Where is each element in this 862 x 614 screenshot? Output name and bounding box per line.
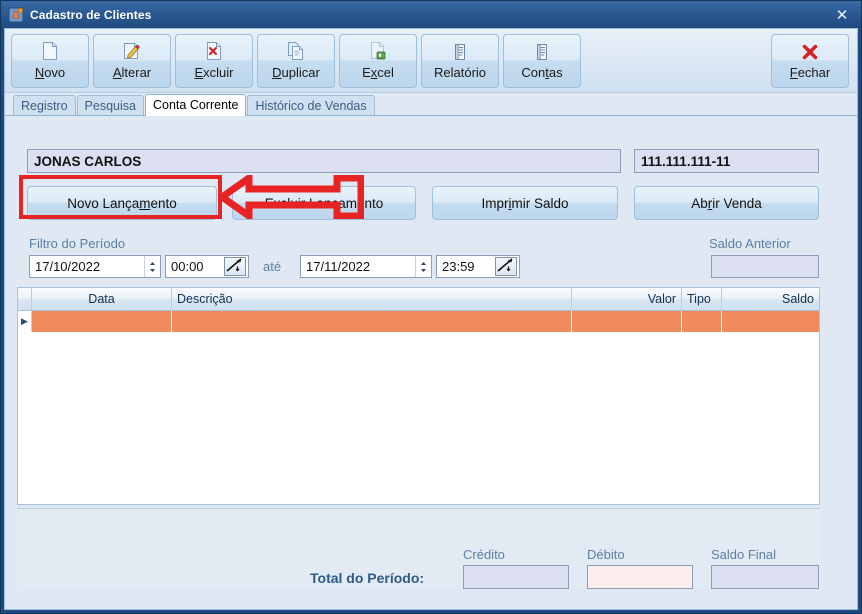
button-label: Novo Lançamento	[67, 195, 177, 211]
toolbar-label: Novo	[34, 65, 66, 80]
customer-name-field[interactable]: JONAS CARLOS	[27, 149, 621, 173]
delete-page-icon	[205, 41, 223, 61]
time-to-picker-icon[interactable]	[495, 257, 517, 276]
toolbar-label: Contas	[521, 65, 563, 80]
time-to-value: 23:59	[442, 259, 475, 274]
tab-pesquisa[interactable]: Pesquisa	[76, 95, 144, 115]
saldo-final-field[interactable]	[711, 565, 819, 589]
time-from-value: 00:00	[171, 259, 204, 274]
debito-label: Débito	[587, 547, 625, 562]
toolbar-label: Fechar	[789, 65, 831, 80]
toolbar-button-novo[interactable]: Novo	[11, 33, 89, 88]
toolbar-button-fechar[interactable]: Fechar	[771, 33, 849, 88]
time-to-input[interactable]: 23:59	[436, 255, 520, 278]
filter-period-label: Filtro do Período	[29, 236, 126, 251]
total-periodo-label: Total do Período:	[310, 570, 425, 586]
date-to-value: 17/11/2022	[306, 259, 371, 274]
edit-pencil-icon	[122, 41, 142, 61]
title-bar: Cadastro de Clientes ✕	[1, 1, 861, 28]
excluir-lancamento-button[interactable]: Excluir Lançamento	[232, 186, 416, 220]
date-from-spinner[interactable]	[144, 256, 160, 277]
button-label: Excluir Lançamento	[264, 195, 384, 211]
new-page-icon	[41, 41, 59, 61]
row-indicator: ▶	[18, 311, 32, 332]
time-from-picker-icon[interactable]	[224, 257, 246, 276]
grid-header-saldo[interactable]: Saldo	[722, 288, 819, 310]
button-label: Abrir Venda	[691, 195, 762, 211]
imprimir-saldo-button[interactable]: Imprimir Saldo	[432, 186, 618, 220]
cell-descricao	[172, 311, 572, 332]
client-area: Novo Alterar Excluir Duplicar Excel Rela…	[4, 28, 858, 610]
table-row[interactable]: ▶	[18, 311, 819, 332]
saldo-anterior-field[interactable]	[711, 255, 819, 278]
app-icon	[8, 7, 24, 23]
cell-data	[32, 311, 172, 332]
filter-separator-label: até	[263, 259, 282, 274]
toolbar-button-alterar[interactable]: Alterar	[93, 33, 171, 88]
tab-bar: Registro Pesquisa Conta Corrente Históri…	[5, 93, 857, 116]
credito-field[interactable]	[463, 565, 569, 589]
tab-conta-corrente[interactable]: Conta Corrente	[144, 94, 247, 116]
excel-export-icon	[369, 41, 387, 61]
tab-historico-de-vendas[interactable]: Histórico de Vendas	[247, 95, 375, 115]
main-toolbar: Novo Alterar Excluir Duplicar Excel Rela…	[5, 29, 857, 93]
tab-registro[interactable]: Registro	[13, 95, 76, 115]
toolbar-button-relatorio[interactable]: Relatório	[421, 33, 499, 88]
window-title: Cadastro de Clientes	[30, 7, 152, 22]
grid-header-descricao[interactable]: Descrição	[172, 288, 572, 310]
date-to-input[interactable]: 17/11/2022	[300, 255, 432, 278]
date-to-spinner[interactable]	[415, 256, 431, 277]
conta-corrente-panel: JONAS CARLOS 111.111.111-11 Novo Lançame…	[5, 116, 857, 609]
toolbar-button-excluir[interactable]: Excluir	[175, 33, 253, 88]
toolbar-label: Relatório	[433, 65, 487, 80]
close-window-button[interactable]: ✕	[831, 6, 853, 24]
lancamentos-grid[interactable]: Data Descrição Valor Tipo Saldo ▶	[17, 287, 820, 505]
credito-label: Crédito	[463, 547, 505, 562]
toolbar-label: Excel	[362, 65, 394, 80]
date-from-value: 17/10/2022	[35, 259, 101, 274]
debito-field[interactable]	[587, 565, 693, 589]
toolbar-label: Duplicar	[272, 65, 320, 80]
application-window: Cadastro de Clientes ✕ Novo Alterar Excl…	[0, 0, 862, 614]
grid-header-gutter	[18, 288, 32, 310]
grid-header-valor[interactable]: Valor	[572, 288, 682, 310]
cell-saldo	[722, 311, 819, 332]
toolbar-label: Alterar	[112, 65, 152, 80]
copy-pages-icon	[286, 41, 306, 61]
accounts-icon	[535, 41, 549, 61]
toolbar-button-excel[interactable]: Excel	[339, 33, 417, 88]
date-from-input[interactable]: 17/10/2022	[29, 255, 161, 278]
customer-document-field[interactable]: 111.111.111-11	[634, 149, 819, 173]
toolbar-button-contas[interactable]: Contas	[503, 33, 581, 88]
cell-valor	[572, 311, 682, 332]
grid-header-row: Data Descrição Valor Tipo Saldo	[18, 288, 819, 311]
grid-header-data[interactable]: Data	[32, 288, 172, 310]
red-x-icon	[801, 41, 819, 61]
toolbar-label: Excluir	[194, 65, 234, 80]
cell-tipo	[682, 311, 722, 332]
saldo-final-label: Saldo Final	[711, 547, 777, 562]
toolbar-button-duplicar[interactable]: Duplicar	[257, 33, 335, 88]
button-label: Imprimir Saldo	[481, 195, 569, 211]
grid-header-tipo[interactable]: Tipo	[682, 288, 722, 310]
novo-lancamento-button[interactable]: Novo Lançamento	[27, 186, 217, 220]
saldo-anterior-label: Saldo Anterior	[709, 236, 791, 251]
report-icon	[453, 41, 467, 61]
abrir-venda-button[interactable]: Abrir Venda	[634, 186, 819, 220]
time-from-input[interactable]: 00:00	[165, 255, 249, 278]
